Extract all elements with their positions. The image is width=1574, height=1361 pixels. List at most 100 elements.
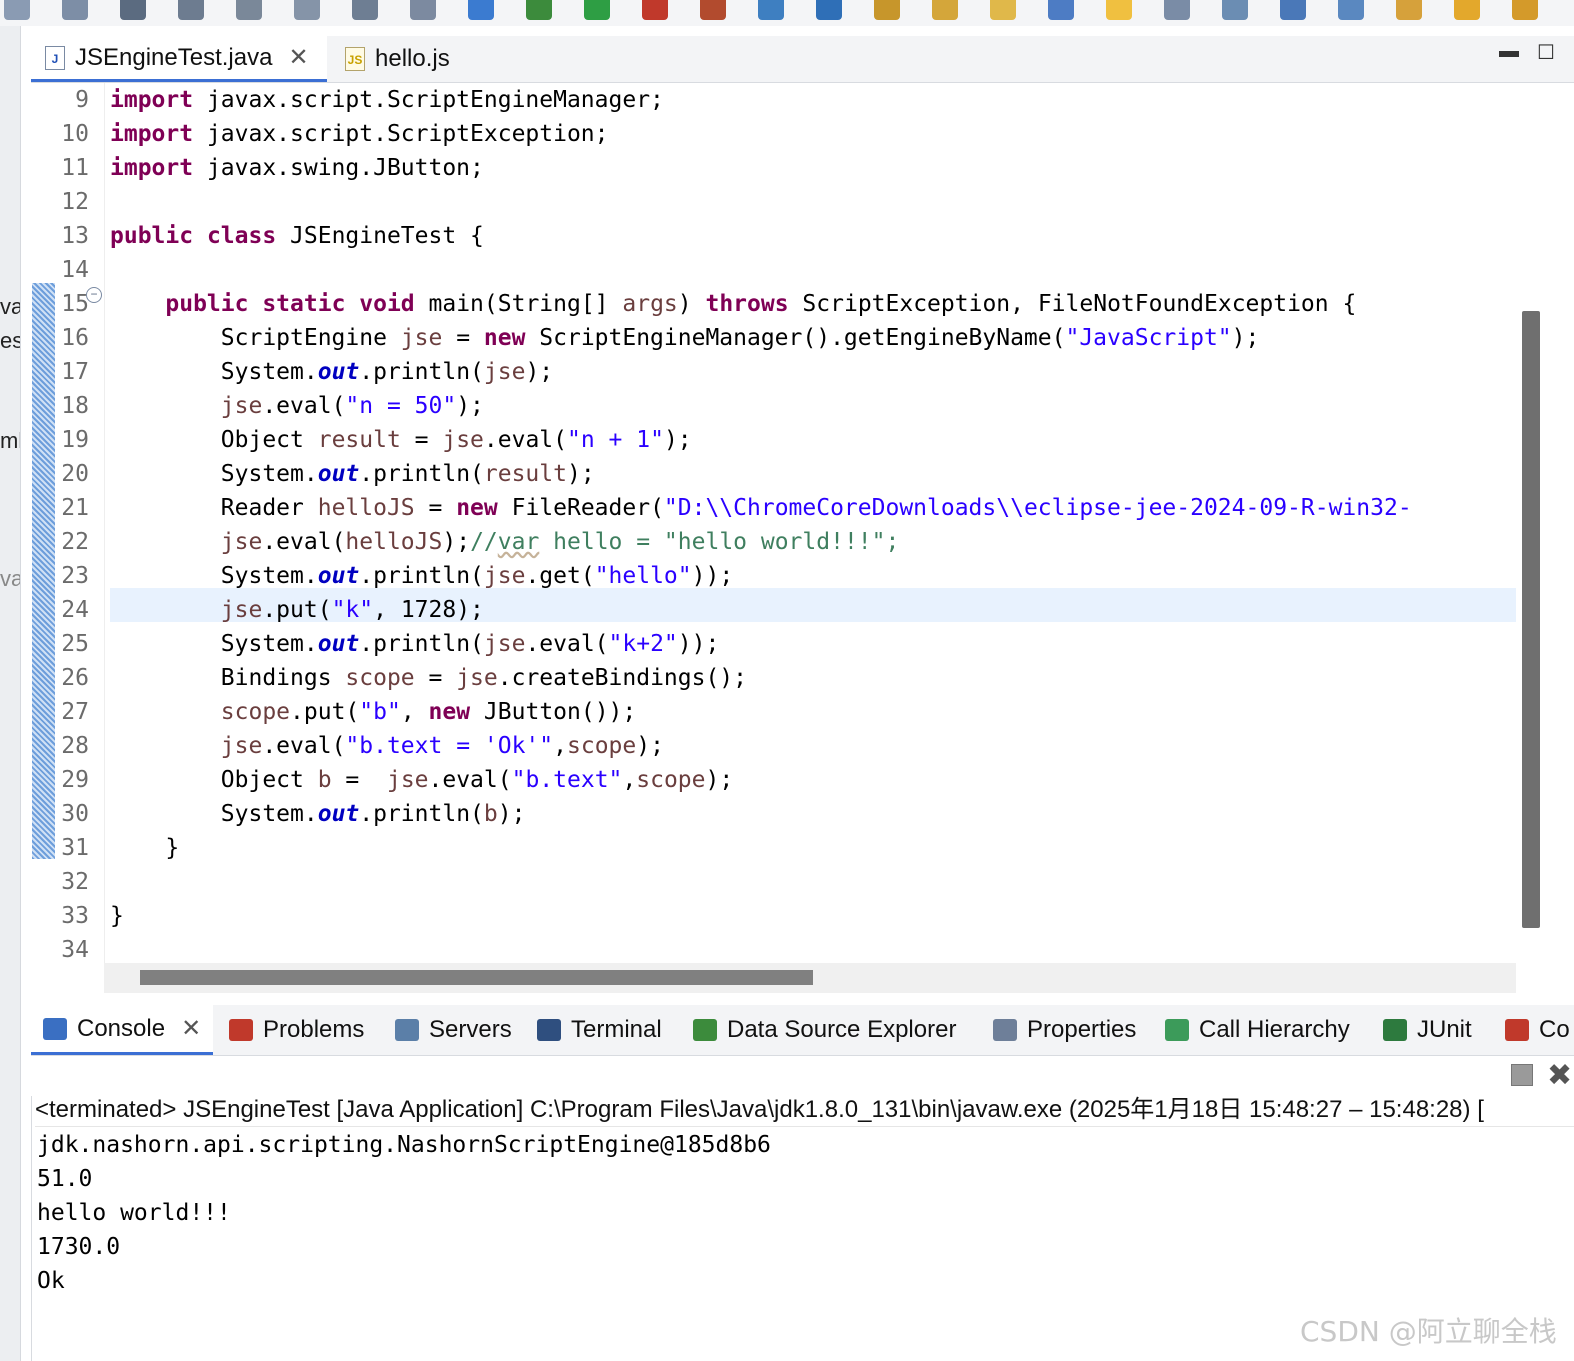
code-token: .put( — [290, 699, 360, 725]
edit-icon[interactable] — [1106, 0, 1132, 20]
tab-co[interactable]: Co — [1493, 1005, 1574, 1055]
scrollbar-thumb[interactable] — [140, 970, 813, 985]
tab-terminal[interactable]: Terminal — [525, 1005, 672, 1055]
code-token: jse — [220, 597, 263, 623]
code-line[interactable]: import javax.script.ScriptEngineManager; — [110, 83, 664, 117]
line-number: 22 — [61, 529, 89, 555]
code-token: System. — [110, 359, 318, 385]
code-line[interactable]: Bindings scope = jse.createBindings(); — [110, 661, 747, 695]
disconnect-icon[interactable] — [178, 0, 204, 20]
code-line[interactable]: jse.eval(helloJS);//var hello = "hello w… — [110, 525, 900, 559]
code-token: jse — [220, 529, 263, 555]
code-line[interactable]: jse.put("k", 1728); — [110, 593, 484, 627]
editor-vertical-scrollbar[interactable] — [1516, 83, 1568, 963]
explorer-fragment[interactable]: va — [0, 294, 20, 320]
code-line[interactable]: Object result = jse.eval("n + 1"); — [110, 423, 692, 457]
fold-collapse-icon[interactable]: − — [86, 287, 102, 303]
tab-call-hierarchy[interactable]: Call Hierarchy — [1153, 1005, 1360, 1055]
code-line[interactable]: System.out.println(jse.eval("k+2")); — [110, 627, 720, 661]
tab-console[interactable]: Console ✕ — [31, 1005, 214, 1055]
close-icon[interactable]: ✕ — [288, 43, 308, 72]
code-token: , 1728); — [373, 597, 484, 623]
run-icon[interactable] — [584, 0, 610, 20]
explorer-fragment[interactable]: ml — [0, 428, 20, 454]
terminate-icon[interactable] — [1511, 1064, 1533, 1086]
code-line[interactable]: Reader helloJS = new FileReader("D:\\Chr… — [110, 491, 1412, 525]
line-number: 21 — [61, 495, 89, 521]
stop-icon[interactable] — [120, 0, 146, 20]
tab-problems[interactable]: Problems — [217, 1005, 374, 1055]
run-last-icon[interactable] — [4, 0, 30, 20]
new-server-icon[interactable] — [758, 0, 784, 20]
code-line[interactable]: } — [110, 899, 124, 933]
external-tools-icon[interactable] — [700, 0, 726, 20]
tab-data-source-explorer[interactable]: Data Source Explorer — [681, 1005, 966, 1055]
editor-horizontal-scrollbar[interactable] — [104, 963, 1516, 993]
code-line[interactable]: } — [110, 831, 179, 865]
line-number: 16 — [61, 325, 89, 351]
code-token: Object — [110, 427, 318, 453]
code-line[interactable]: public class JSEngineTest { — [110, 219, 484, 253]
step-over-icon[interactable] — [294, 0, 320, 20]
step-return-icon[interactable] — [352, 0, 378, 20]
code-token: ); — [525, 359, 554, 385]
close-icon[interactable]: ✕ — [181, 1014, 201, 1043]
globe-icon[interactable] — [1280, 0, 1306, 20]
code-editor[interactable]: 9 10 11 12 13 14 15 16 17 18 19 20 21 22 23 24 25 26 27 28 2… — [31, 83, 1516, 963]
toggle-mark-occurrences-icon[interactable] — [1048, 0, 1074, 20]
tab-hello-js[interactable]: JS hello.js — [331, 36, 491, 82]
show-whitespace-icon[interactable] — [1222, 0, 1248, 20]
code-token: hello = "hello world!!!"; — [539, 529, 900, 555]
search-icon[interactable] — [990, 0, 1016, 20]
code-line[interactable]: System.out.println(b); — [110, 797, 526, 831]
data-source-explorer-icon — [693, 1019, 717, 1041]
web-browser-icon[interactable] — [816, 0, 842, 20]
code-line[interactable]: import javax.script.ScriptException; — [110, 117, 609, 151]
code-line[interactable]: ScriptEngine jse = new ScriptEngineManag… — [110, 321, 1260, 355]
use-step-filters-icon[interactable] — [468, 0, 494, 20]
explorer-fragment[interactable]: va — [0, 566, 20, 592]
code-token: jse — [220, 733, 263, 759]
previous-annotation-icon[interactable] — [1396, 0, 1422, 20]
open-task-icon[interactable] — [932, 0, 958, 20]
code-line[interactable]: import javax.swing.JButton; — [110, 151, 484, 185]
tab-servers[interactable]: Servers — [383, 1005, 522, 1055]
back-icon[interactable] — [1454, 0, 1480, 20]
tab-jsenginetest-java[interactable]: J JSEngineTest.java ✕ — [31, 36, 327, 82]
code-token: "n = 50" — [345, 393, 457, 419]
maximize-icon[interactable]: ☐ — [1537, 40, 1555, 65]
code-token: void — [359, 291, 429, 317]
pause-icon[interactable] — [62, 0, 88, 20]
tab-properties[interactable]: Properties — [981, 1005, 1146, 1055]
forward-icon[interactable] — [1512, 0, 1538, 20]
code-line[interactable]: System.out.println(jse); — [110, 355, 553, 389]
code-token: ) — [677, 291, 706, 317]
next-annotation-icon[interactable] — [1338, 0, 1364, 20]
coverage-view-icon — [1505, 1019, 1529, 1041]
minimize-icon[interactable]: ▬ — [1499, 40, 1519, 63]
code-line[interactable]: Object b = jse.eval("b.text",scope); — [110, 763, 733, 797]
code-token: result — [317, 427, 401, 453]
code-line[interactable]: System.out.println(jse.get("hello")); — [110, 559, 733, 593]
line-number: 23 — [61, 563, 89, 589]
code-token: scope — [345, 665, 415, 691]
line-number: 11 — [61, 155, 89, 181]
drop-to-frame-icon[interactable] — [410, 0, 436, 20]
coverage-icon[interactable] — [642, 0, 668, 20]
tab-junit[interactable]: JUnit — [1371, 1005, 1482, 1055]
step-into-icon[interactable] — [236, 0, 262, 20]
code-token: out — [317, 631, 360, 657]
code-line[interactable]: public static void main(String[] args) t… — [110, 287, 1356, 321]
scrollbar-thumb[interactable] — [1522, 311, 1540, 928]
watermark: CSDN @阿立聊全栈 — [1300, 1315, 1557, 1348]
explorer-fragment[interactable]: es — [0, 328, 20, 354]
code-line[interactable]: jse.eval("n = 50"); — [110, 389, 484, 423]
code-token: javax.script.ScriptException; — [206, 121, 609, 147]
code-line[interactable]: System.out.println(result); — [110, 457, 595, 491]
debug-icon[interactable] — [526, 0, 552, 20]
remove-launch-icon[interactable]: ✖ — [1547, 1058, 1572, 1093]
code-line[interactable]: scope.put("b", new JButton()); — [110, 695, 636, 729]
open-type-icon[interactable] — [874, 0, 900, 20]
code-line[interactable]: jse.eval("b.text = 'Ok'",scope); — [110, 729, 664, 763]
toggle-block-selection-icon[interactable] — [1164, 0, 1190, 20]
